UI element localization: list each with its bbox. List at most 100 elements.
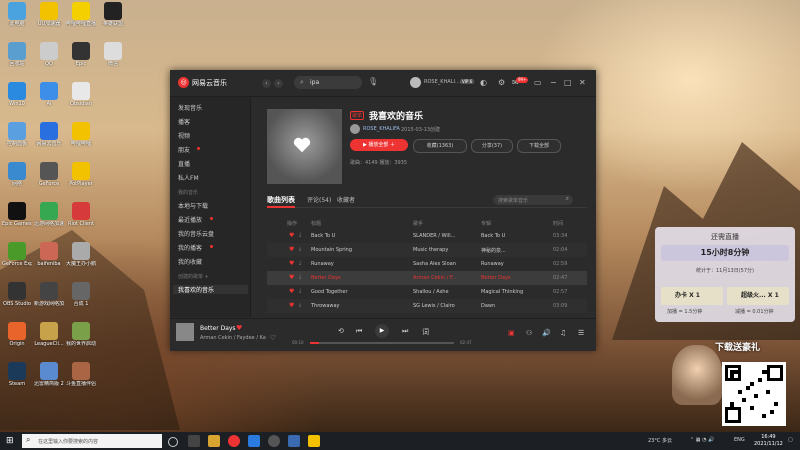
sidebar-item[interactable]: 直播 bbox=[178, 159, 190, 168]
desktop-icon[interactable]: OBS Studio bbox=[2, 282, 32, 307]
like-heart-icon[interactable]: ♥ bbox=[289, 232, 294, 239]
song-album[interactable]: Back To U bbox=[481, 233, 549, 239]
desktop-icon[interactable]: 此电脑 bbox=[2, 2, 32, 27]
collect-button[interactable]: 收藏(1363) bbox=[413, 139, 467, 153]
col-title[interactable]: 标题 bbox=[311, 220, 321, 227]
quality-icon[interactable]: ▣ bbox=[508, 329, 515, 337]
minimize-icon[interactable]: − bbox=[550, 78, 557, 87]
tab-collectors[interactable]: 收藏者 bbox=[337, 195, 355, 204]
download-icon[interactable]: ⤓ bbox=[299, 260, 301, 266]
song-album[interactable]: Runaway bbox=[481, 261, 549, 267]
like-heart-icon[interactable]: ♥ bbox=[289, 288, 294, 295]
desktop-icon[interactable]: 哔哩哔哩 bbox=[66, 122, 96, 147]
effects-icon[interactable]: ⚇ bbox=[526, 329, 532, 337]
sidebar-item[interactable]: 我的播客 bbox=[178, 243, 202, 252]
desktop-icon[interactable]: Epic bbox=[66, 42, 96, 67]
song-artist[interactable]: Shallou / Ashe bbox=[413, 289, 477, 295]
col-time[interactable]: 时间 bbox=[553, 220, 563, 227]
progress-bar[interactable] bbox=[310, 342, 454, 344]
like-heart-icon[interactable]: ♥ bbox=[289, 302, 294, 309]
desktop-icon[interactable]: Obsidian bbox=[66, 82, 96, 107]
sidebar-item[interactable]: 我的收藏 bbox=[178, 257, 202, 266]
now-playing-artist[interactable]: Arman Cekin / Faydee / Ka bbox=[200, 335, 266, 341]
maximize-icon[interactable]: □ bbox=[564, 78, 572, 87]
desktop-icon[interactable]: 迅游网络加速器 bbox=[34, 202, 64, 227]
share-button[interactable]: 分享(37) bbox=[471, 139, 513, 153]
table-row[interactable]: ♥ ⤓ Runaway Sasha Alex Sloan Runaway 02:59 bbox=[267, 257, 587, 271]
desktop-icon[interactable]: Steam bbox=[2, 362, 32, 387]
play-button[interactable]: ▶ bbox=[375, 324, 389, 338]
playlist-search-input[interactable]: 搜索歌单音乐 ⌕ bbox=[493, 195, 573, 205]
song-artist[interactable]: SG Lewis / Clairo bbox=[413, 303, 477, 309]
loop-icon[interactable]: ⟲ bbox=[338, 327, 344, 335]
tab-comments[interactable]: 评论(54) bbox=[307, 195, 331, 204]
mini-mode-icon[interactable]: ▭ bbox=[534, 78, 542, 87]
sidebar-item[interactable]: 最近播放 bbox=[178, 215, 202, 224]
bilibili-taskbar-icon[interactable] bbox=[308, 435, 320, 447]
notification-icon[interactable]: ▢ bbox=[788, 437, 793, 443]
next-icon[interactable]: ⏭ bbox=[402, 327, 408, 336]
like-heart-icon[interactable]: ♥ bbox=[289, 274, 294, 281]
search-input[interactable]: ⌕ ipa bbox=[294, 76, 362, 89]
sidebar-item[interactable]: 朋友 bbox=[178, 145, 190, 154]
like-heart-icon[interactable]: ♥ bbox=[289, 260, 294, 267]
col-album[interactable]: 专辑 bbox=[481, 220, 491, 227]
desktop-icon[interactable]: 斗鱼直播伴侣 bbox=[66, 362, 96, 387]
taskbar-search-input[interactable]: ⌕ 在这里输入你要搜索的内容 bbox=[22, 434, 162, 448]
song-album[interactable]: Dawn bbox=[481, 303, 549, 309]
song-title[interactable]: Runaway bbox=[311, 261, 409, 267]
desktop-icon[interactable]: 新游戏网络加速器 bbox=[34, 282, 64, 307]
download-icon[interactable]: ⤓ bbox=[299, 274, 301, 280]
table-row[interactable]: ♥ ⤓ Mountain Spring Music therapy 神秘的泉... 02:… bbox=[267, 243, 587, 257]
desktop-icon[interactable]: Win10 bbox=[2, 82, 32, 107]
like-outline-icon[interactable]: ♡ bbox=[270, 334, 276, 342]
tab-songs[interactable]: 歌曲列表 bbox=[267, 195, 295, 208]
desktop-icon[interactable]: GeForce Experience bbox=[2, 242, 32, 267]
forward-icon[interactable]: › bbox=[274, 79, 283, 88]
lyrics-button[interactable]: 词 bbox=[422, 327, 429, 337]
desktop-icon[interactable]: 回收站 bbox=[2, 42, 32, 67]
table-row[interactable]: ♥ ⤓ Throwaway SG Lewis / Clairo Dawn 03:09 bbox=[267, 299, 587, 313]
language[interactable]: ENG bbox=[734, 437, 745, 443]
desktop-icon[interactable]: 我的世界启动器 bbox=[66, 322, 96, 347]
song-title[interactable]: Better Days bbox=[311, 275, 409, 281]
desktop-icon[interactable]: 合成 1 bbox=[66, 282, 96, 307]
close-icon[interactable]: ✕ bbox=[579, 78, 586, 87]
desktop-icon[interactable]: 网络 bbox=[2, 162, 32, 187]
liked-heart-icon[interactable]: ♥ bbox=[236, 324, 242, 332]
desktop-icon[interactable]: Riot Client bbox=[66, 202, 96, 227]
play-all-button[interactable]: ▶ 播放全部 ＋ bbox=[350, 139, 408, 151]
download-icon[interactable]: ⤓ bbox=[299, 302, 301, 308]
table-row[interactable]: ♥ ⤓ Back To U SLANDER / Will... Back To U 03:… bbox=[267, 229, 587, 243]
song-title[interactable]: Good Together bbox=[311, 289, 409, 295]
desktop-icon[interactable]: 网易云音乐 bbox=[34, 122, 64, 147]
download-icon[interactable]: ⤓ bbox=[299, 246, 301, 252]
table-row[interactable]: ♥ ⤓ Good Together Shallou / Ashe Magical Thi… bbox=[267, 285, 587, 299]
task-view-icon[interactable] bbox=[188, 435, 200, 447]
desktop-icon[interactable]: 控制面板 bbox=[2, 122, 32, 147]
desktop-icon[interactable]: LeagueCli... bbox=[34, 322, 64, 347]
desktop-icon[interactable]: QQ bbox=[34, 42, 64, 67]
netease-taskbar-icon[interactable] bbox=[228, 435, 240, 447]
song-album[interactable]: 神秘的泉... bbox=[481, 247, 549, 254]
sidebar-item[interactable]: 播客 bbox=[178, 117, 190, 126]
song-title[interactable]: Throwaway bbox=[311, 303, 409, 309]
cortana-icon[interactable] bbox=[168, 437, 178, 447]
sidebar-item[interactable]: 我喜欢的音乐 bbox=[173, 285, 248, 294]
download-icon[interactable]: ⤓ bbox=[299, 288, 301, 294]
windows-start-icon[interactable]: ⊞ bbox=[6, 436, 14, 446]
clock[interactable]: 16:49 2021/11/12 bbox=[754, 434, 783, 448]
desktop-icon[interactable]: 微信 bbox=[98, 42, 128, 67]
sidebar-item[interactable]: 私人FM bbox=[178, 173, 199, 182]
file-explorer-icon[interactable] bbox=[208, 435, 220, 447]
sidebar-item[interactable]: 本地与下载 bbox=[178, 201, 208, 210]
song-title[interactable]: Back To U bbox=[311, 233, 409, 239]
tray-icons[interactable]: ⌃ ▦ ◔ 🔊 bbox=[690, 437, 714, 443]
sidebar-item[interactable]: 视频 bbox=[178, 131, 190, 140]
weather[interactable]: 23°C 多云 bbox=[648, 437, 672, 444]
vip-badge[interactable]: VIP 6 bbox=[460, 79, 475, 84]
app-taskbar-icon[interactable] bbox=[248, 435, 260, 447]
user-avatar[interactable] bbox=[410, 77, 421, 88]
creator-avatar[interactable] bbox=[350, 124, 360, 134]
skin-icon[interactable]: ◐ bbox=[480, 78, 487, 87]
